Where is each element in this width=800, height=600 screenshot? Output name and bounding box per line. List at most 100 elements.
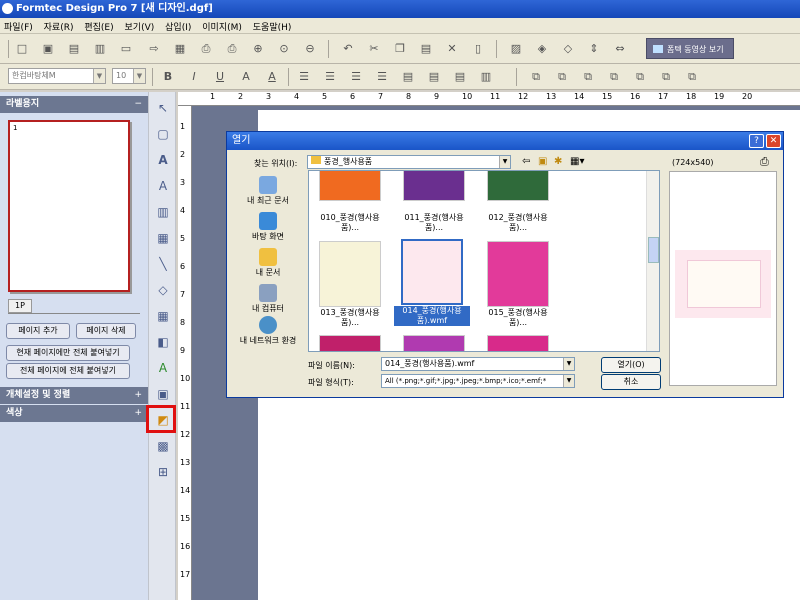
underline-icon[interactable]: U	[212, 69, 228, 85]
barcode-icon[interactable]: ▥	[155, 204, 171, 220]
vertical-middle-icon[interactable]: ▤	[426, 69, 442, 85]
page-icon[interactable]: ▢	[155, 126, 171, 142]
flip-vertical-icon[interactable]: ⇕	[586, 41, 602, 57]
preview-toggle-icon[interactable]: ⎙	[760, 155, 769, 169]
cancel-button[interactable]: 취소	[601, 374, 661, 390]
delete-page-button[interactable]: 페이지 삭제	[76, 323, 136, 339]
file-thumbnail[interactable]	[319, 241, 381, 307]
save-icon[interactable]: ▥	[92, 41, 108, 57]
help-icon[interactable]: ?	[749, 134, 764, 148]
open-icon[interactable]: ▣	[40, 41, 56, 57]
paste-all-pages-button[interactable]: 전체 페이지에 전체 붙여넣기	[6, 363, 130, 379]
filetype-select[interactable]: All (*.png;*.gif;*.jpg;*.jpeg;*.bmp;*.ic…	[381, 374, 575, 388]
align-center-icon[interactable]: ☰	[322, 69, 338, 85]
object-settings-header[interactable]: 개체설정 및 정렬 +	[0, 387, 148, 404]
cut-icon[interactable]: ✂	[366, 41, 382, 57]
menu-data[interactable]: 자료(R)	[40, 18, 78, 35]
print-preview-icon[interactable]: ⎙	[224, 41, 240, 57]
look-in-combo[interactable]: 풍경_행사용품 ▼	[307, 155, 511, 169]
back-icon[interactable]: ⇦	[522, 156, 530, 167]
place-recent[interactable]: 내 최근 문서	[232, 176, 304, 206]
unlock-icon[interactable]: ⧉	[658, 69, 674, 85]
file-name[interactable]: 012_풍경(행사용품)...	[480, 213, 556, 233]
file-name-selected[interactable]: 014_풍경(행사용품).wmf	[394, 306, 470, 326]
menu-image[interactable]: 이미지(M)	[198, 18, 246, 35]
paste-current-page-button[interactable]: 현재 페이지에만 전체 붙여넣기	[6, 345, 130, 361]
lock-icon[interactable]: ⧉	[632, 69, 648, 85]
word-art-icon[interactable]: A	[155, 360, 171, 376]
serial-number-icon[interactable]: ▦	[155, 230, 171, 246]
qr-code-icon[interactable]: ▩	[155, 438, 171, 454]
clipboard-icon[interactable]: ▯	[470, 41, 486, 57]
place-my-documents[interactable]: 내 문서	[232, 248, 304, 278]
chevron-down-icon[interactable]: ▼	[563, 375, 574, 387]
file-name[interactable]: 010_풍경(행사용품)...	[312, 213, 388, 233]
menu-file[interactable]: 파일(F)	[0, 18, 37, 35]
vertical-bottom-icon[interactable]: ▤	[452, 69, 468, 85]
page-tab-1p[interactable]: 1P	[8, 299, 32, 313]
menu-help[interactable]: 도움말(H)	[249, 18, 296, 35]
file-name[interactable]: 013_풍경(행사용품)...	[312, 308, 388, 328]
expand-icon[interactable]: +	[134, 405, 142, 422]
group-icon[interactable]: ◈	[534, 41, 550, 57]
font-name-combo[interactable]: 한컴바탕체M ▼	[8, 68, 106, 84]
text-frame-icon[interactable]: A	[155, 178, 171, 194]
shape-icon[interactable]: ◇	[155, 282, 171, 298]
open-folder-icon[interactable]: ▤	[66, 41, 82, 57]
paste-icon[interactable]: ▤	[418, 41, 434, 57]
scroll-thumb[interactable]	[648, 237, 659, 263]
export-icon[interactable]: ⇨	[146, 41, 162, 57]
text-highlight-icon[interactable]: A	[264, 69, 280, 85]
italic-icon[interactable]: I	[186, 69, 202, 85]
up-folder-icon[interactable]: ▣	[538, 156, 547, 167]
zoom-out-icon[interactable]: ⊖	[302, 41, 318, 57]
file-thumbnail[interactable]	[319, 171, 381, 201]
video-guide-button[interactable]: 폼텍 동영상 보기	[646, 38, 734, 59]
file-thumbnail[interactable]	[487, 335, 549, 351]
chevron-down-icon[interactable]: ▼	[499, 156, 510, 168]
file-thumbnail[interactable]	[319, 335, 381, 351]
collapse-icon[interactable]: −	[134, 96, 142, 113]
backward-icon[interactable]: ⧉	[606, 69, 622, 85]
menu-view[interactable]: 보기(V)	[121, 18, 159, 35]
gradient-box-icon[interactable]: ◧	[155, 334, 171, 350]
undo-icon[interactable]: ↶	[340, 41, 356, 57]
place-desktop[interactable]: 바탕 화면	[232, 212, 304, 242]
add-page-button[interactable]: 페이지 추가	[6, 323, 70, 339]
file-name[interactable]: 015_풍경(행사용품)...	[480, 308, 556, 328]
label-page-thumbnail[interactable]: 1	[8, 120, 130, 292]
chevron-down-icon[interactable]: ▼	[133, 69, 145, 83]
expand-icon[interactable]: +	[134, 387, 142, 404]
window-icon[interactable]: ▭	[118, 41, 134, 57]
new-icon[interactable]: □	[14, 41, 30, 57]
color-header[interactable]: 색상 +	[0, 405, 148, 422]
file-thumbnail[interactable]	[487, 241, 549, 307]
place-network[interactable]: 내 네트워크 환경	[232, 316, 304, 346]
menu-insert[interactable]: 삽입(I)	[161, 18, 195, 35]
file-thumbnail[interactable]	[487, 171, 549, 201]
filename-input[interactable]: 014_풍경(행사용품).wmf ▼	[381, 357, 575, 371]
line-icon[interactable]: ╲	[155, 256, 171, 272]
zoom-in-icon[interactable]: ⊕	[250, 41, 266, 57]
table-icon[interactable]: ▦	[155, 308, 171, 324]
copy-icon[interactable]: ❐	[392, 41, 408, 57]
bold-icon[interactable]: B	[160, 69, 176, 85]
bring-front-icon[interactable]: ⧉	[528, 69, 544, 85]
zoom-fit-icon[interactable]: ⊙	[276, 41, 292, 57]
file-list-scrollbar[interactable]	[646, 171, 659, 351]
new-folder-icon[interactable]: ✱	[554, 156, 562, 167]
align-right-icon[interactable]: ☰	[348, 69, 364, 85]
file-name[interactable]: 011_풍경(행사용품)...	[396, 213, 472, 233]
flip-horizontal-icon[interactable]: ⇔	[612, 41, 628, 57]
menu-edit[interactable]: 편집(E)	[80, 18, 117, 35]
image-icon[interactable]: ▨	[508, 41, 524, 57]
file-thumbnail[interactable]	[403, 171, 465, 201]
open-button[interactable]: 열기(O)	[601, 357, 661, 373]
clipart-icon[interactable]: ▣	[155, 386, 171, 402]
justify-icon[interactable]: ☰	[374, 69, 390, 85]
file-thumbnail[interactable]	[403, 335, 465, 351]
data-merge-icon[interactable]: ⊞	[155, 464, 171, 480]
ungroup-icon[interactable]: ◇	[560, 41, 576, 57]
send-back-icon[interactable]: ⧉	[554, 69, 570, 85]
vertical-top-icon[interactable]: ▤	[400, 69, 416, 85]
